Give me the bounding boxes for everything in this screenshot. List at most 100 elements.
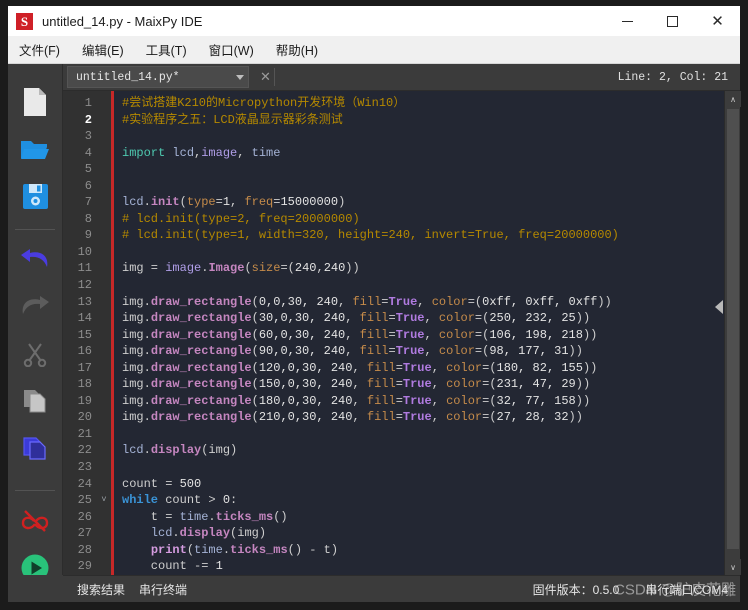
cut-button[interactable]	[15, 334, 55, 374]
fold-cell	[97, 459, 111, 476]
code-line[interactable]: # lcd.init(type=2, freq=20000000)	[122, 211, 740, 228]
undo-button[interactable]	[15, 240, 55, 280]
code-line[interactable]: img.draw_rectangle(180,0,30, 240, fill=T…	[122, 393, 740, 410]
code-line[interactable]	[122, 178, 740, 195]
line-number: 26	[77, 509, 92, 524]
code-token: () - t)	[287, 542, 339, 557]
code-fold-column[interactable]: ˅	[97, 91, 111, 575]
minimize-button[interactable]	[605, 6, 650, 36]
code-token: (	[251, 393, 259, 408]
redo-icon	[22, 296, 49, 314]
code-line[interactable]: img.draw_rectangle(120,0,30, 240, fill=T…	[122, 360, 740, 377]
code-editor[interactable]: 1 2 3 4 5 6 7 8 9 10 11 12 13 14 15 16 17 18 19 20 21 22 23 24 2…	[63, 91, 740, 575]
close-tab-button[interactable]: ✕	[259, 68, 275, 86]
code-token: #实验程序之五：LCD液晶显示器彩条测试	[122, 112, 343, 127]
collapse-panel-handle[interactable]	[715, 300, 723, 314]
editor-vertical-scrollbar[interactable]: ∧ ∨	[724, 91, 741, 575]
editor-tab-untitled-14[interactable]: untitled_14.py*	[67, 66, 249, 88]
code-token: ,	[338, 294, 353, 309]
code-token: (	[251, 344, 259, 359]
menu-bar: 文件(F) 编辑(E) 工具(T) 窗口(W) 帮助(H)	[8, 36, 740, 64]
code-token: img.	[122, 410, 151, 425]
code-token: (	[251, 410, 259, 425]
code-token: ticks_ms	[230, 542, 288, 557]
maximize-button[interactable]	[650, 6, 695, 36]
code-token: =	[395, 410, 403, 425]
disconnect-button[interactable]	[15, 501, 55, 541]
code-token: .	[172, 526, 180, 541]
code-line[interactable]	[122, 459, 740, 476]
code-line[interactable]: img.draw_rectangle(0,0,30, 240, fill=Tru…	[122, 294, 740, 311]
code-token: =(	[482, 377, 497, 392]
code-line[interactable]: count = 500	[122, 476, 740, 493]
code-token: =(	[482, 360, 497, 375]
code-line[interactable]: img.draw_rectangle(210,0,30, 240, fill=T…	[122, 409, 740, 426]
status-tab-search-results[interactable]: 搜索结果	[77, 581, 125, 598]
code-line[interactable]: #实验程序之五：LCD液晶显示器彩条测试	[122, 112, 740, 129]
code-token: 106, 198, 218	[489, 327, 583, 342]
menu-item-window[interactable]: 窗口(W)	[198, 36, 265, 64]
code-token: color	[438, 327, 475, 342]
code-token: ,	[424, 311, 439, 326]
code-line[interactable]	[122, 128, 740, 145]
code-token: count =	[122, 476, 180, 491]
code-line[interactable]	[122, 161, 740, 178]
copy-button[interactable]	[15, 381, 55, 421]
menu-item-help[interactable]: 帮助(H)	[265, 36, 329, 64]
code-line[interactable]: img.draw_rectangle(60,0,30, 240, fill=Tr…	[122, 327, 740, 344]
menu-item-edit[interactable]: 编辑(E)	[71, 36, 135, 64]
chevron-down-icon[interactable]	[236, 74, 244, 80]
code-token: ))	[568, 410, 583, 425]
code-line[interactable]	[122, 244, 740, 261]
paste-button[interactable]	[15, 428, 55, 468]
code-line[interactable]: t = time.ticks_ms()	[122, 509, 740, 526]
code-token: draw_rectangle	[150, 360, 252, 375]
line-number: 2	[84, 112, 92, 127]
code-token: t =	[122, 509, 180, 524]
code-line[interactable]: img = image.Image(size=(240,240))	[122, 260, 740, 277]
code-line[interactable]: # lcd.init(type=1, width=320, height=240…	[122, 227, 740, 244]
line-number: 12	[77, 278, 92, 293]
undo-icon	[21, 249, 48, 267]
code-line[interactable]: while count > 0:	[122, 492, 740, 509]
code-token: =	[215, 195, 223, 210]
new-file-button[interactable]	[15, 82, 55, 122]
code-token: draw_rectangle	[150, 393, 252, 408]
scrollbar-thumb[interactable]	[727, 109, 739, 549]
fold-cell	[97, 194, 111, 211]
code-line[interactable]: import lcd,image, time	[122, 145, 740, 162]
scroll-up-button[interactable]: ∧	[725, 91, 741, 107]
code-line[interactable]	[122, 426, 740, 443]
code-token: .	[143, 195, 151, 210]
fold-toggle-icon[interactable]: ˅	[97, 492, 111, 509]
menu-item-tools[interactable]: 工具(T)	[135, 36, 198, 64]
code-line[interactable]: lcd.display(img)	[122, 442, 740, 459]
scroll-down-button[interactable]: ∨	[725, 559, 741, 575]
code-line[interactable]: print(time.ticks_ms() - t)	[122, 542, 740, 559]
fold-cell	[97, 128, 111, 145]
code-line[interactable]	[122, 277, 740, 294]
save-button[interactable]	[15, 176, 55, 216]
code-line[interactable]: #尝试搭建K210的Micropython开发环境（Win10）	[122, 95, 740, 112]
status-tab-serial-terminal[interactable]: 串行终端	[139, 581, 187, 598]
menu-item-file[interactable]: 文件(F)	[8, 36, 71, 64]
fold-cell	[97, 178, 111, 195]
fold-cell	[97, 145, 111, 162]
close-button[interactable]: ✕	[695, 6, 740, 36]
line-number: 5	[84, 162, 92, 177]
editor-tab-bar: untitled_14.py* ✕ Line: 2, Col: 21	[63, 64, 740, 91]
code-token: 240	[294, 261, 317, 276]
code-text-area[interactable]: #尝试搭建K210的Micropython开发环境（Win10） #实验程序之五：…	[114, 91, 740, 575]
code-token: color	[446, 360, 483, 375]
code-token: 180,0,30, 240	[258, 393, 353, 408]
code-token: True	[395, 327, 425, 342]
code-line[interactable]: lcd.display(img)	[122, 525, 740, 542]
redo-button[interactable]	[15, 287, 55, 327]
code-line[interactable]: lcd.init(type=1, freq=15000000)	[122, 194, 740, 211]
code-line[interactable]: img.draw_rectangle(30,0,30, 240, fill=Tr…	[122, 310, 740, 327]
code-line[interactable]: count -= 1	[122, 558, 740, 575]
code-line[interactable]: img.draw_rectangle(150,0,30, 240, fill=T…	[122, 376, 740, 393]
open-file-button[interactable]	[15, 129, 55, 169]
code-line[interactable]: img.draw_rectangle(90,0,30, 240, fill=Tr…	[122, 343, 740, 360]
chevron-up-icon: ∧	[730, 94, 736, 104]
